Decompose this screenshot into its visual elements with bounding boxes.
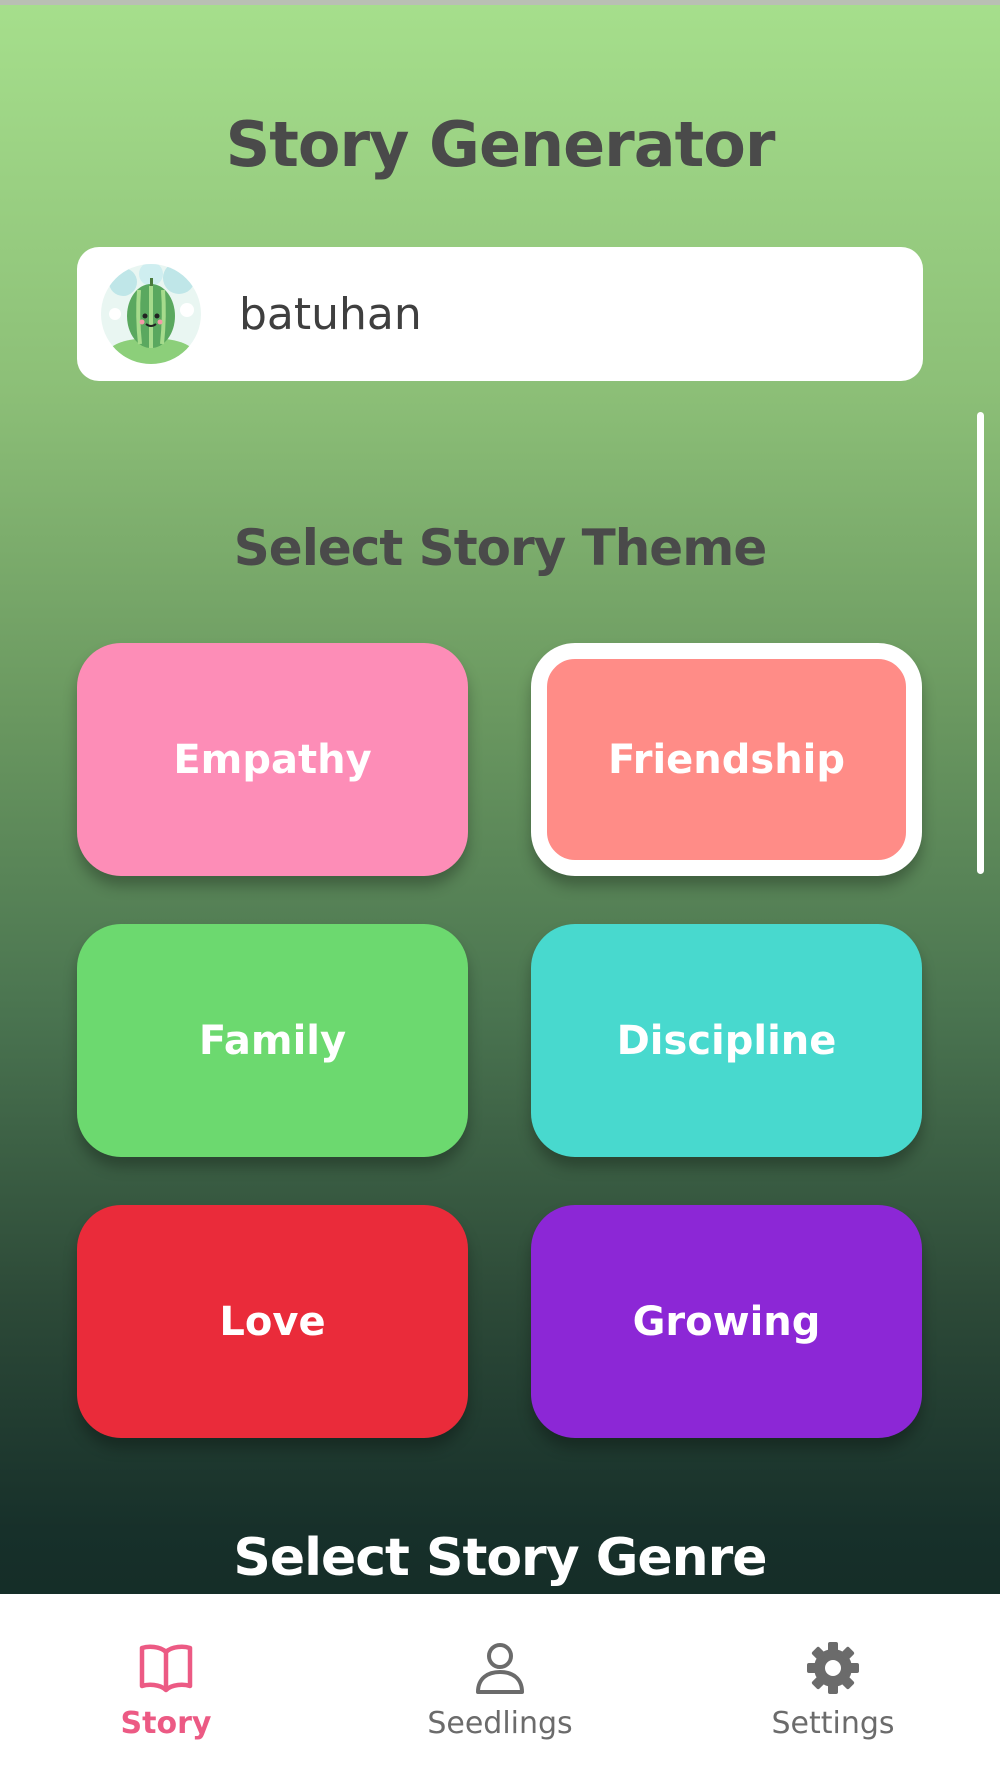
nav-label-seedlings: Seedlings — [427, 1706, 573, 1741]
theme-section-title: Select Story Theme — [233, 519, 767, 577]
user-profile-card[interactable]: batuhan — [77, 247, 923, 381]
genre-section-title: Select Story Genre — [233, 1528, 767, 1588]
nav-item-settings[interactable]: Settings — [703, 1594, 963, 1778]
theme-label: Love — [219, 1298, 326, 1345]
watermelon-avatar-icon — [101, 264, 201, 364]
person-icon — [476, 1643, 524, 1694]
book-icon — [139, 1644, 193, 1693]
theme-label: Growing — [632, 1298, 821, 1345]
theme-button-love[interactable]: Love — [77, 1205, 468, 1438]
nav-item-story[interactable]: Story — [36, 1594, 296, 1778]
theme-button-family[interactable]: Family — [77, 924, 468, 1157]
nav-item-seedlings[interactable]: Seedlings — [370, 1594, 630, 1778]
theme-label: Discipline — [616, 1017, 837, 1064]
theme-button-empathy[interactable]: Empathy — [77, 643, 468, 876]
status-edge — [0, 0, 1000, 5]
scrollbar[interactable] — [977, 412, 984, 874]
theme-button-growing[interactable]: Growing — [531, 1205, 922, 1438]
gear-icon — [807, 1642, 859, 1694]
page-title: Story Generator — [225, 108, 776, 181]
nav-label-story: Story — [120, 1706, 212, 1741]
theme-button-discipline[interactable]: Discipline — [531, 924, 922, 1157]
theme-button-friendship[interactable]: Friendship — [531, 643, 922, 876]
nav-label-settings: Settings — [771, 1706, 895, 1741]
theme-label: Family — [198, 1017, 347, 1064]
username-label: batuhan — [239, 288, 422, 340]
theme-label: Friendship — [607, 736, 846, 783]
theme-label: Empathy — [173, 736, 372, 783]
bottom-navigation: Story Seedlings Settings — [0, 1594, 1000, 1778]
